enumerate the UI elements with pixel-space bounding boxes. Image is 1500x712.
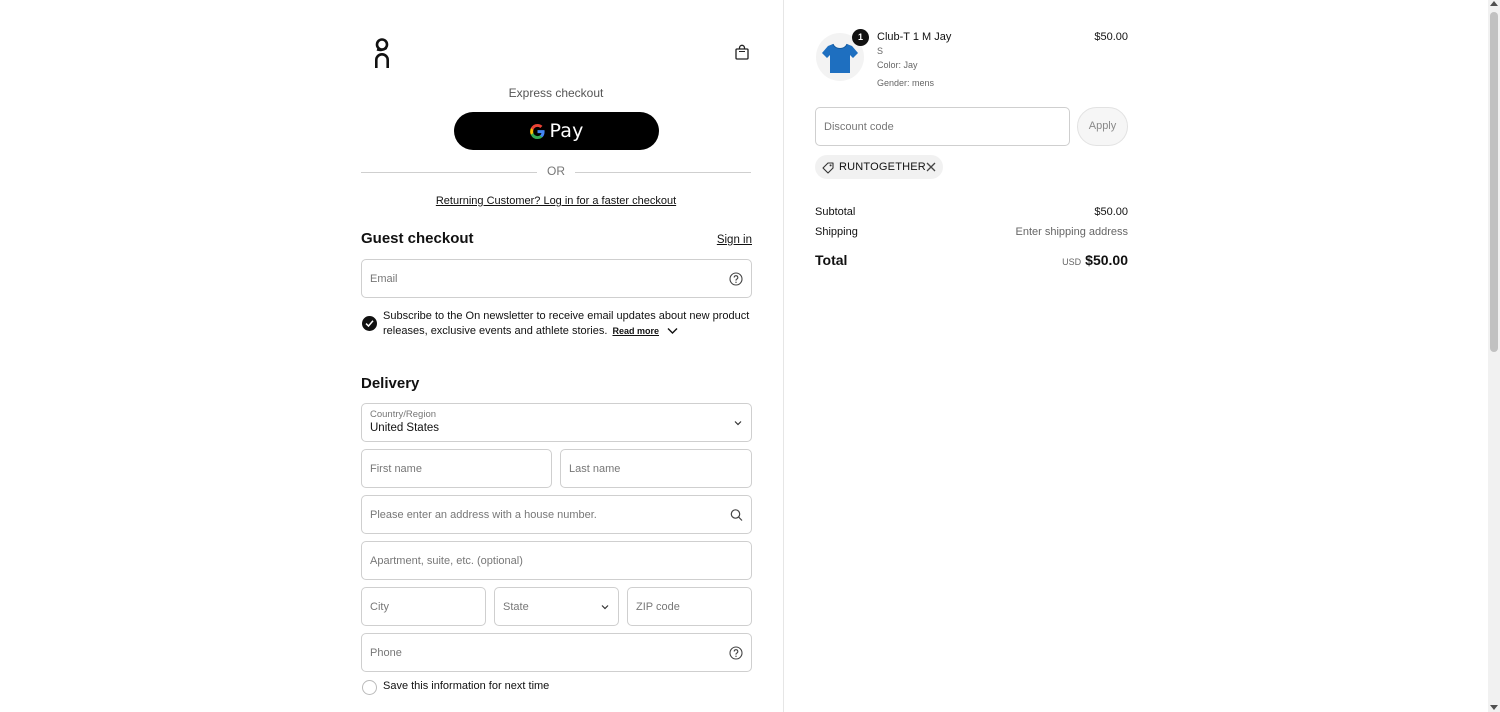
on-logo-icon[interactable] bbox=[373, 37, 391, 69]
phone-placeholder: Phone bbox=[370, 646, 402, 659]
chevron-down-icon[interactable] bbox=[667, 327, 678, 335]
shipping-value: Enter shipping address bbox=[1015, 226, 1128, 238]
scroll-up-arrow-icon[interactable] bbox=[1490, 1, 1498, 6]
delivery-heading: Delivery bbox=[361, 375, 420, 392]
total-amount: $50.00 bbox=[1085, 252, 1128, 268]
subtotal-value: $50.00 bbox=[1094, 206, 1128, 218]
close-icon[interactable] bbox=[925, 161, 937, 173]
last-name-placeholder: Last name bbox=[569, 462, 621, 475]
total-label: Total bbox=[815, 252, 848, 268]
help-circle-icon[interactable] bbox=[729, 271, 743, 286]
google-pay-label: Pay bbox=[549, 120, 584, 142]
shipping-label: Shipping bbox=[815, 226, 858, 238]
newsletter-consent: Subscribe to the On newsletter to receiv… bbox=[383, 309, 753, 338]
newsletter-consent-text: Subscribe to the On newsletter to receiv… bbox=[383, 310, 750, 337]
discount-code-field[interactable]: Discount code bbox=[815, 107, 1070, 146]
apply-discount-button[interactable]: Apply bbox=[1077, 107, 1128, 146]
page-scrollbar[interactable] bbox=[1488, 0, 1500, 712]
guest-checkout-heading: Guest checkout bbox=[361, 230, 474, 247]
scrollbar-thumb[interactable] bbox=[1490, 12, 1498, 352]
save-info-label: Save this information for next time bbox=[383, 680, 550, 692]
product-size: S bbox=[877, 46, 884, 56]
shopping-bag-icon[interactable] bbox=[734, 44, 750, 60]
country-region-value: United States bbox=[370, 422, 440, 434]
scroll-down-arrow-icon[interactable] bbox=[1490, 705, 1498, 710]
tag-icon bbox=[822, 161, 834, 174]
country-region-label: Country/Region bbox=[370, 409, 437, 420]
product-color: Color: Jay bbox=[877, 60, 918, 70]
product-name: Club-T 1 M Jay bbox=[877, 31, 952, 43]
applied-promo-chip: RUNTOGETHER bbox=[815, 155, 943, 179]
google-g-icon bbox=[530, 123, 546, 139]
zip-code-field[interactable]: ZIP code bbox=[627, 587, 752, 626]
total-value: USD $50.00 bbox=[1000, 252, 1128, 270]
product-price: $50.00 bbox=[1094, 31, 1128, 43]
returning-customer-login-link[interactable]: Returning Customer? Log in for a faster … bbox=[361, 195, 751, 207]
total-currency: USD bbox=[1062, 257, 1082, 267]
first-name-placeholder: First name bbox=[370, 462, 422, 475]
google-pay-button[interactable]: Pay bbox=[454, 112, 659, 150]
apartment-field[interactable]: Apartment, suite, etc. (optional) bbox=[361, 541, 752, 580]
chevron-down-icon bbox=[601, 604, 609, 609]
country-region-select[interactable]: Country/Region United States bbox=[361, 403, 752, 442]
promo-code-text: RUNTOGETHER bbox=[839, 161, 926, 173]
city-placeholder: City bbox=[370, 600, 389, 613]
city-field[interactable]: City bbox=[361, 587, 486, 626]
or-divider: OR bbox=[361, 164, 751, 180]
chevron-down-icon bbox=[734, 420, 742, 425]
sign-in-link[interactable]: Sign in bbox=[700, 234, 752, 246]
product-gender: Gender: mens bbox=[877, 78, 935, 88]
state-placeholder: State bbox=[503, 600, 529, 613]
quantity-badge: 1 bbox=[852, 29, 869, 46]
state-select[interactable]: State bbox=[494, 587, 619, 626]
zip-code-placeholder: ZIP code bbox=[636, 600, 680, 613]
phone-field[interactable]: Phone bbox=[361, 633, 752, 672]
first-name-field[interactable]: First name bbox=[361, 449, 552, 488]
address-field[interactable]: Please enter an address with a house num… bbox=[361, 495, 752, 534]
read-more-link[interactable]: Read more bbox=[612, 326, 659, 336]
or-label: OR bbox=[547, 164, 565, 178]
newsletter-checkbox[interactable] bbox=[362, 316, 377, 331]
checkmark-icon bbox=[365, 320, 374, 328]
email-placeholder: Email bbox=[370, 272, 398, 285]
discount-code-placeholder: Discount code bbox=[824, 120, 894, 133]
save-info-checkbox[interactable] bbox=[362, 680, 377, 695]
checkout-form-column: Express checkout Pay OR Returning Custom… bbox=[0, 0, 783, 712]
divider-line-right bbox=[575, 172, 751, 173]
apartment-placeholder: Apartment, suite, etc. (optional) bbox=[370, 554, 523, 567]
address-placeholder: Please enter an address with a house num… bbox=[370, 508, 597, 521]
help-circle-icon[interactable] bbox=[729, 645, 743, 660]
search-icon bbox=[730, 508, 743, 521]
last-name-field[interactable]: Last name bbox=[560, 449, 752, 488]
subtotal-label: Subtotal bbox=[815, 206, 856, 218]
email-field[interactable]: Email bbox=[361, 259, 752, 298]
express-checkout-label: Express checkout bbox=[508, 86, 604, 100]
